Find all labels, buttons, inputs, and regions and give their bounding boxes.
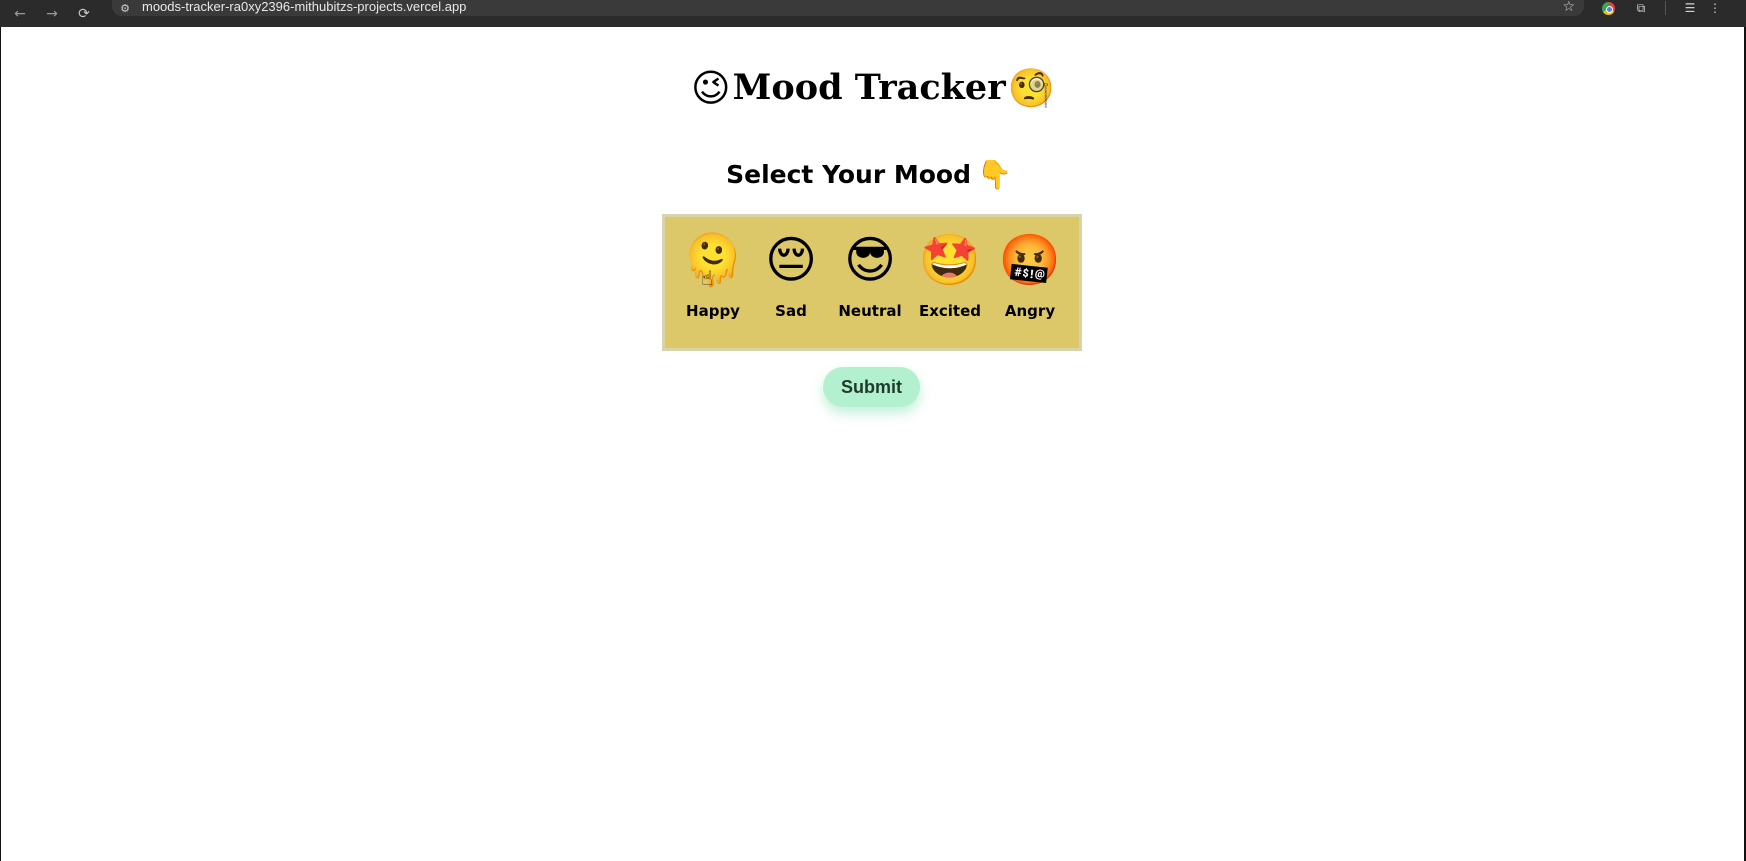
browser-toolbar: ← → ⟳ ⚙ moods-tracker-ra0xy2396-mithubit…	[0, 0, 1746, 27]
extension-area: ⧉ ☰ ⋮	[1600, 0, 1723, 16]
toolbar-divider	[1665, 1, 1666, 15]
page-title: 😉 Mood Tracker 🧐	[0, 63, 1746, 111]
happy-face-icon[interactable]: 🫠	[682, 232, 744, 288]
page-viewport	[0, 27, 1746, 861]
mood-option-sad[interactable]: 😔 Sad	[752, 232, 830, 348]
mood-label-excited: Excited	[918, 302, 982, 320]
mood-label-neutral: Neutral	[838, 302, 902, 320]
reload-icon[interactable]: ⟳	[73, 3, 95, 25]
mood-option-neutral[interactable]: 😎 Neutral	[830, 232, 910, 348]
submit-button[interactable]: Submit	[823, 367, 920, 407]
monocle-face-icon: 🧐	[1007, 66, 1055, 110]
mood-prompt: Select Your Mood 👇	[0, 156, 1746, 192]
page-title-text: Mood Tracker	[732, 66, 1006, 108]
mood-selector: 🫠 Happy 😔 Sad 😎 Neutral 🤩 Excited 🤬 Angr…	[662, 214, 1082, 351]
browser-menu-icon[interactable]: ⋮	[1707, 0, 1723, 16]
winking-face-icon: 😉	[691, 66, 731, 110]
mood-option-excited[interactable]: 🤩 Excited	[910, 232, 990, 348]
bookmark-star-icon[interactable]: ☆	[1562, 0, 1575, 15]
address-bar[interactable]: ⚙ moods-tracker-ra0xy2396-mithubitzs-pro…	[112, 0, 1584, 16]
mood-label-angry: Angry	[1004, 302, 1056, 320]
pointing-down-icon: 👇	[977, 157, 1012, 191]
forward-arrow-icon[interactable]: →	[41, 3, 63, 25]
mood-label-happy: Happy	[686, 302, 740, 320]
profile-icon[interactable]: ☰	[1682, 0, 1698, 16]
site-settings-icon[interactable]: ⚙	[117, 2, 133, 15]
mood-option-happy[interactable]: 🫠 Happy	[674, 232, 752, 348]
sunglasses-face-icon[interactable]: 😎	[842, 232, 898, 288]
mood-label-sad: Sad	[775, 302, 807, 320]
address-bar-url[interactable]: moods-tracker-ra0xy2396-mithubitzs-proje…	[142, 0, 466, 14]
star-struck-face-icon[interactable]: 🤩	[919, 232, 981, 288]
extensions-puzzle-icon[interactable]: ⧉	[1633, 0, 1649, 16]
mood-option-angry[interactable]: 🤬 Angry	[990, 232, 1070, 348]
angry-face-icon[interactable]: 🤬	[999, 232, 1061, 288]
back-arrow-icon[interactable]: ←	[9, 3, 31, 25]
chrome-extension-icon[interactable]	[1600, 0, 1616, 16]
mood-prompt-text: Select Your Mood	[726, 159, 972, 189]
sad-face-icon[interactable]: 😔	[763, 232, 819, 288]
